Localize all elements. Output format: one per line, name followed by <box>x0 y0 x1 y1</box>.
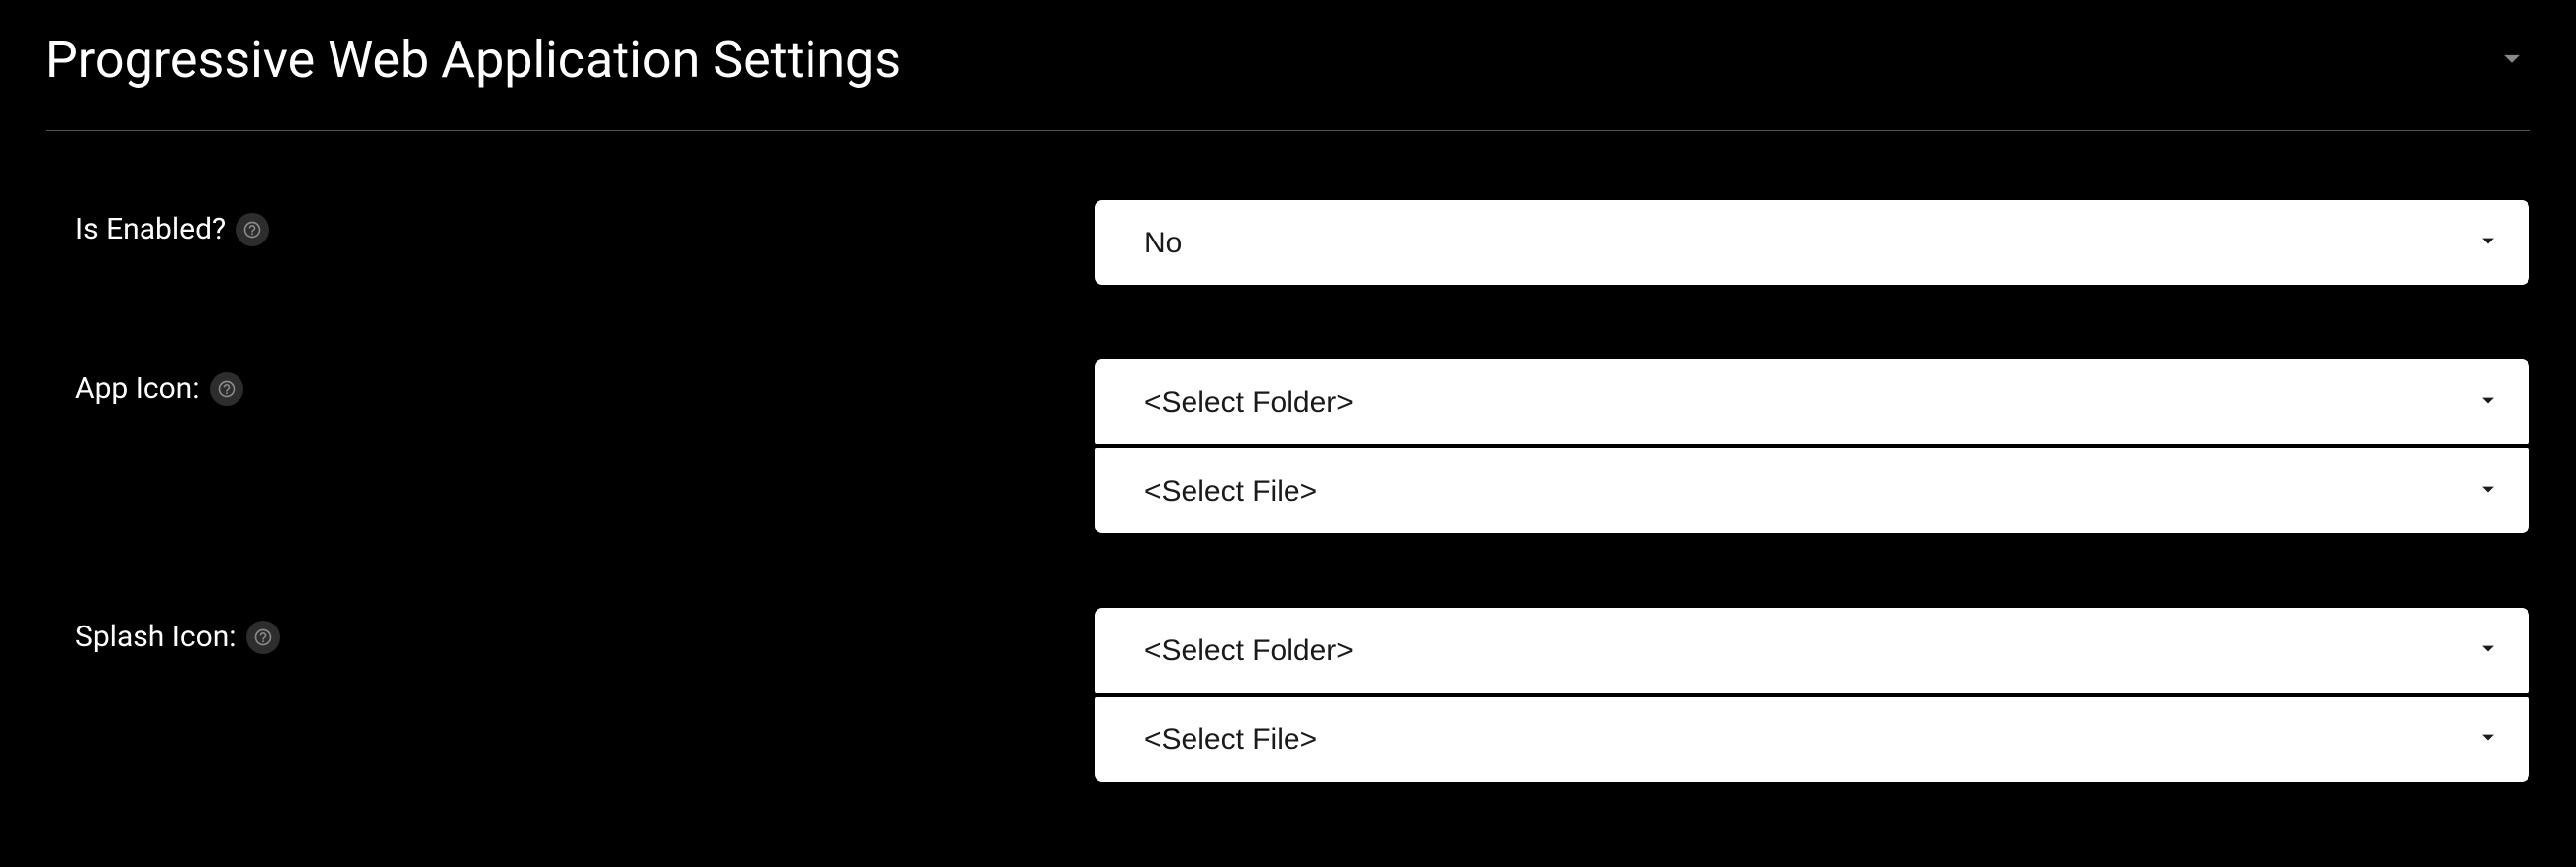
field-splash-icon: <Select Folder> <Select File> <box>1095 608 2529 782</box>
divider <box>46 130 2530 131</box>
row-is-enabled: Is Enabled? No <box>46 200 2530 285</box>
label-splash-icon: Splash Icon: <box>75 620 237 654</box>
splash-icon-folder-select[interactable]: <Select Folder> <box>1095 608 2529 693</box>
select-app-icon-folder: <Select Folder> <box>1095 359 2529 444</box>
row-splash-icon: Splash Icon: <Select Folder> <Select Fil… <box>46 608 2530 782</box>
label-wrap-is-enabled: Is Enabled? <box>75 200 1095 246</box>
is-enabled-select[interactable]: No <box>1095 200 2529 285</box>
app-icon-folder-select[interactable]: <Select Folder> <box>1095 359 2529 444</box>
help-icon[interactable] <box>236 213 269 246</box>
help-icon[interactable] <box>210 372 243 406</box>
select-is-enabled: No <box>1095 200 2529 285</box>
select-app-icon-file: <Select File> <box>1095 448 2529 533</box>
settings-header: Progressive Web Application Settings <box>46 30 2530 90</box>
select-splash-icon-file: <Select File> <box>1095 697 2529 782</box>
collapse-icon[interactable] <box>2493 40 2530 81</box>
app-icon-file-select[interactable]: <Select File> <box>1095 448 2529 533</box>
label-is-enabled: Is Enabled? <box>75 212 226 246</box>
page-title: Progressive Web Application Settings <box>46 30 901 90</box>
label-wrap-app-icon: App Icon: <box>75 359 1095 406</box>
label-app-icon: App Icon: <box>75 371 200 406</box>
splash-icon-file-select[interactable]: <Select File> <box>1095 697 2529 782</box>
field-is-enabled: No <box>1095 200 2529 285</box>
select-splash-icon-folder: <Select Folder> <box>1095 608 2529 693</box>
field-app-icon: <Select Folder> <Select File> <box>1095 359 2529 533</box>
row-app-icon: App Icon: <Select Folder> <Select File> <box>46 359 2530 533</box>
label-wrap-splash-icon: Splash Icon: <box>75 608 1095 654</box>
help-icon[interactable] <box>246 621 280 654</box>
